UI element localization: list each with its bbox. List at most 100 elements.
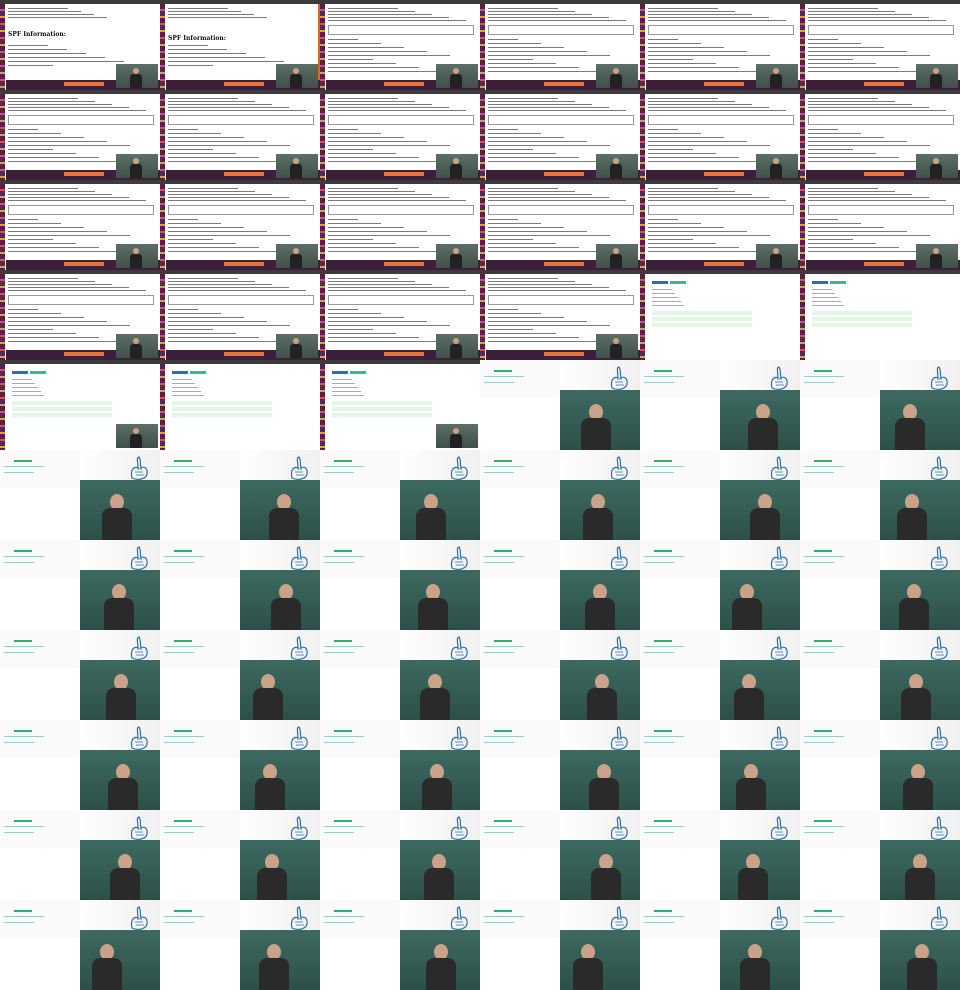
presenter-body — [290, 74, 302, 88]
presenter-body — [905, 868, 935, 900]
slide-title-bar — [654, 550, 672, 552]
top-bar — [0, 360, 160, 364]
thumbnail-tile — [480, 360, 640, 450]
thumbnail-tile — [480, 720, 640, 810]
text-line — [8, 149, 53, 150]
copyright-banner — [224, 82, 264, 86]
slide-line — [644, 736, 684, 737]
text-line — [488, 317, 564, 318]
slide-line — [804, 382, 834, 383]
presenter-body — [581, 418, 611, 450]
presenter-body — [610, 74, 622, 88]
link-line — [812, 293, 835, 294]
camera-inset — [116, 64, 158, 88]
copyright-banner — [384, 352, 424, 356]
text-line — [488, 341, 602, 342]
text-line — [8, 287, 129, 288]
output-box — [328, 25, 474, 35]
text-line — [8, 290, 146, 291]
text-line — [808, 137, 884, 138]
thumbnail-tile — [320, 360, 480, 450]
thumbnail-tile — [320, 810, 480, 900]
text-line — [328, 341, 442, 342]
slide-line — [324, 556, 364, 557]
presenter — [899, 584, 929, 630]
slide-line — [324, 562, 354, 563]
slide-title-bar — [174, 820, 192, 822]
slide-line — [644, 916, 684, 917]
rabbit-logo-icon — [450, 906, 468, 930]
presenter — [450, 158, 462, 178]
link-line — [172, 383, 195, 384]
link-line — [332, 379, 352, 380]
presenter — [259, 944, 289, 990]
text-line — [648, 67, 739, 68]
text-line — [808, 223, 861, 224]
text-line — [328, 20, 466, 21]
slide-line — [164, 736, 204, 737]
text-line — [328, 313, 381, 314]
slide-line — [644, 376, 684, 377]
output-box — [808, 205, 954, 215]
text-line — [8, 45, 48, 46]
text-line — [328, 243, 396, 244]
text-line — [808, 161, 922, 162]
presenter — [257, 854, 287, 900]
launcher-dock — [480, 94, 485, 180]
camera-inset — [916, 244, 958, 268]
presenter — [418, 584, 448, 630]
slide-line — [484, 922, 514, 923]
projected-slide — [0, 810, 80, 848]
presenter — [748, 404, 778, 450]
text-line — [328, 157, 419, 158]
slide-title-bar — [334, 460, 352, 462]
top-bar — [320, 90, 480, 94]
slide-line — [4, 646, 44, 647]
text-line — [488, 287, 609, 288]
text-line — [808, 197, 929, 198]
slide-line — [4, 922, 34, 923]
result-row — [812, 317, 912, 321]
thumbnail-tile — [480, 450, 640, 540]
slide-title-bar — [814, 640, 832, 642]
presenter-body — [130, 254, 142, 268]
camera-inset — [436, 424, 478, 448]
text-line — [8, 98, 78, 99]
presenter — [903, 764, 933, 810]
presenter-body — [907, 958, 937, 990]
slide-line — [644, 652, 674, 653]
text-line — [328, 200, 466, 201]
text-line — [648, 59, 693, 60]
camera-inset — [116, 244, 158, 268]
output-box — [328, 115, 474, 125]
rabbit-logo-icon — [930, 366, 948, 390]
slide-line — [324, 916, 364, 917]
presenter — [905, 854, 935, 900]
text-line — [808, 17, 929, 18]
rabbit-logo-icon — [450, 546, 468, 570]
result-row — [172, 407, 272, 411]
text-line — [8, 313, 61, 314]
camera-inset — [276, 154, 318, 178]
text-line — [808, 239, 853, 240]
text-line — [168, 129, 198, 130]
text-line — [328, 101, 415, 102]
copyright-banner — [544, 82, 584, 86]
copyright-banner — [64, 172, 104, 176]
presenter — [930, 158, 942, 178]
text-line — [808, 110, 946, 111]
text-line — [488, 325, 610, 326]
link-line — [12, 383, 35, 384]
thumbnail-tile — [640, 360, 800, 450]
slide-line — [4, 916, 44, 917]
text-line — [328, 329, 373, 330]
launcher-dock — [160, 4, 165, 90]
projected-slide — [640, 630, 720, 668]
text-line — [808, 194, 912, 195]
text-line — [808, 101, 895, 102]
projected-slide — [800, 360, 880, 398]
rabbit-logo-icon — [930, 456, 948, 480]
text-line — [648, 197, 769, 198]
presenter-body — [740, 958, 770, 990]
link-line — [172, 387, 198, 388]
